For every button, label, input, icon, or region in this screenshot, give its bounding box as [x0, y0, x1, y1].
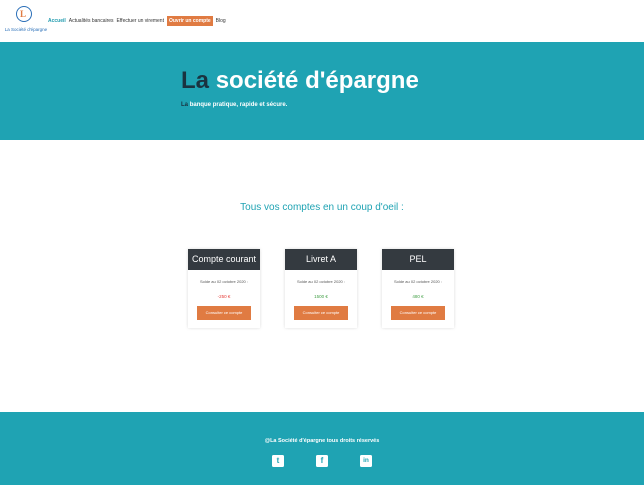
hero-banner: La société d'épargne La banque pratique,… — [0, 42, 644, 140]
open-account-button[interactable]: Ouvrir un compte — [166, 16, 213, 26]
linkedin-icon[interactable]: in — [360, 455, 372, 467]
balance-date: Solde au 02 octobre 2020 : — [296, 279, 346, 284]
hero-subtitle: La banque pratique, rapide et sécure. — [181, 102, 287, 108]
view-account-button[interactable]: Consulter ce compte — [391, 306, 445, 320]
navbar: L La Société d'épargne Accueil Actualité… — [0, 0, 644, 42]
account-card-pel: PEL Solde au 02 octobre 2020 : 480 € Con… — [382, 249, 454, 328]
footer: @La Société d'épargne tous droits réserv… — [0, 412, 644, 485]
hero-subtitle-rest: banque pratique, rapide et sécure. — [189, 102, 288, 108]
nav-item-virement[interactable]: Effectuer un virement — [117, 18, 164, 24]
twitter-icon[interactable]: t — [272, 455, 284, 467]
copyright-text: @La Société d'épargne tous droits réserv… — [264, 438, 380, 444]
account-name: Livret A — [285, 249, 357, 270]
facebook-icon[interactable]: f — [316, 455, 328, 467]
account-name: PEL — [382, 249, 454, 270]
nav-item-accueil[interactable]: Accueil — [48, 18, 66, 24]
hero-title: La société d'épargne — [181, 67, 419, 95]
main-menu: Accueil Actualités bancaires Effectuer u… — [48, 16, 229, 26]
brand-logo[interactable]: L La Société d'épargne — [4, 6, 47, 36]
balance-amount: 1500 € — [314, 294, 328, 299]
balance-date: Solde au 02 octobre 2020 : — [199, 279, 249, 284]
balance-amount: -250 € — [217, 294, 231, 299]
hero-title-prefix: La — [181, 67, 210, 94]
hero-subtitle-prefix: La — [181, 102, 189, 108]
account-name: Compte courant — [188, 249, 260, 270]
hero-title-rest: société d'épargne — [215, 67, 419, 94]
account-card-livret-a: Livret A Solde au 02 octobre 2020 : 1500… — [285, 249, 357, 328]
logo-text: La Société d'épargne — [4, 27, 48, 32]
nav-item-blog[interactable]: Blog — [216, 18, 226, 24]
logo-letters: L — [20, 9, 27, 19]
balance-date: Solde au 02 octobre 2020 : — [393, 279, 443, 284]
nav-item-actualites[interactable]: Actualités bancaires — [69, 18, 114, 24]
view-account-button[interactable]: Consulter ce compte — [197, 306, 251, 320]
view-account-button[interactable]: Consulter ce compte — [294, 306, 348, 320]
balance-amount: 480 € — [412, 294, 424, 299]
accounts-heading: Tous vos comptes en un coup d'oeil : — [240, 202, 404, 213]
logo-mark: L — [16, 6, 32, 22]
account-card-courant: Compte courant Solde au 02 octobre 2020 … — [188, 249, 260, 328]
